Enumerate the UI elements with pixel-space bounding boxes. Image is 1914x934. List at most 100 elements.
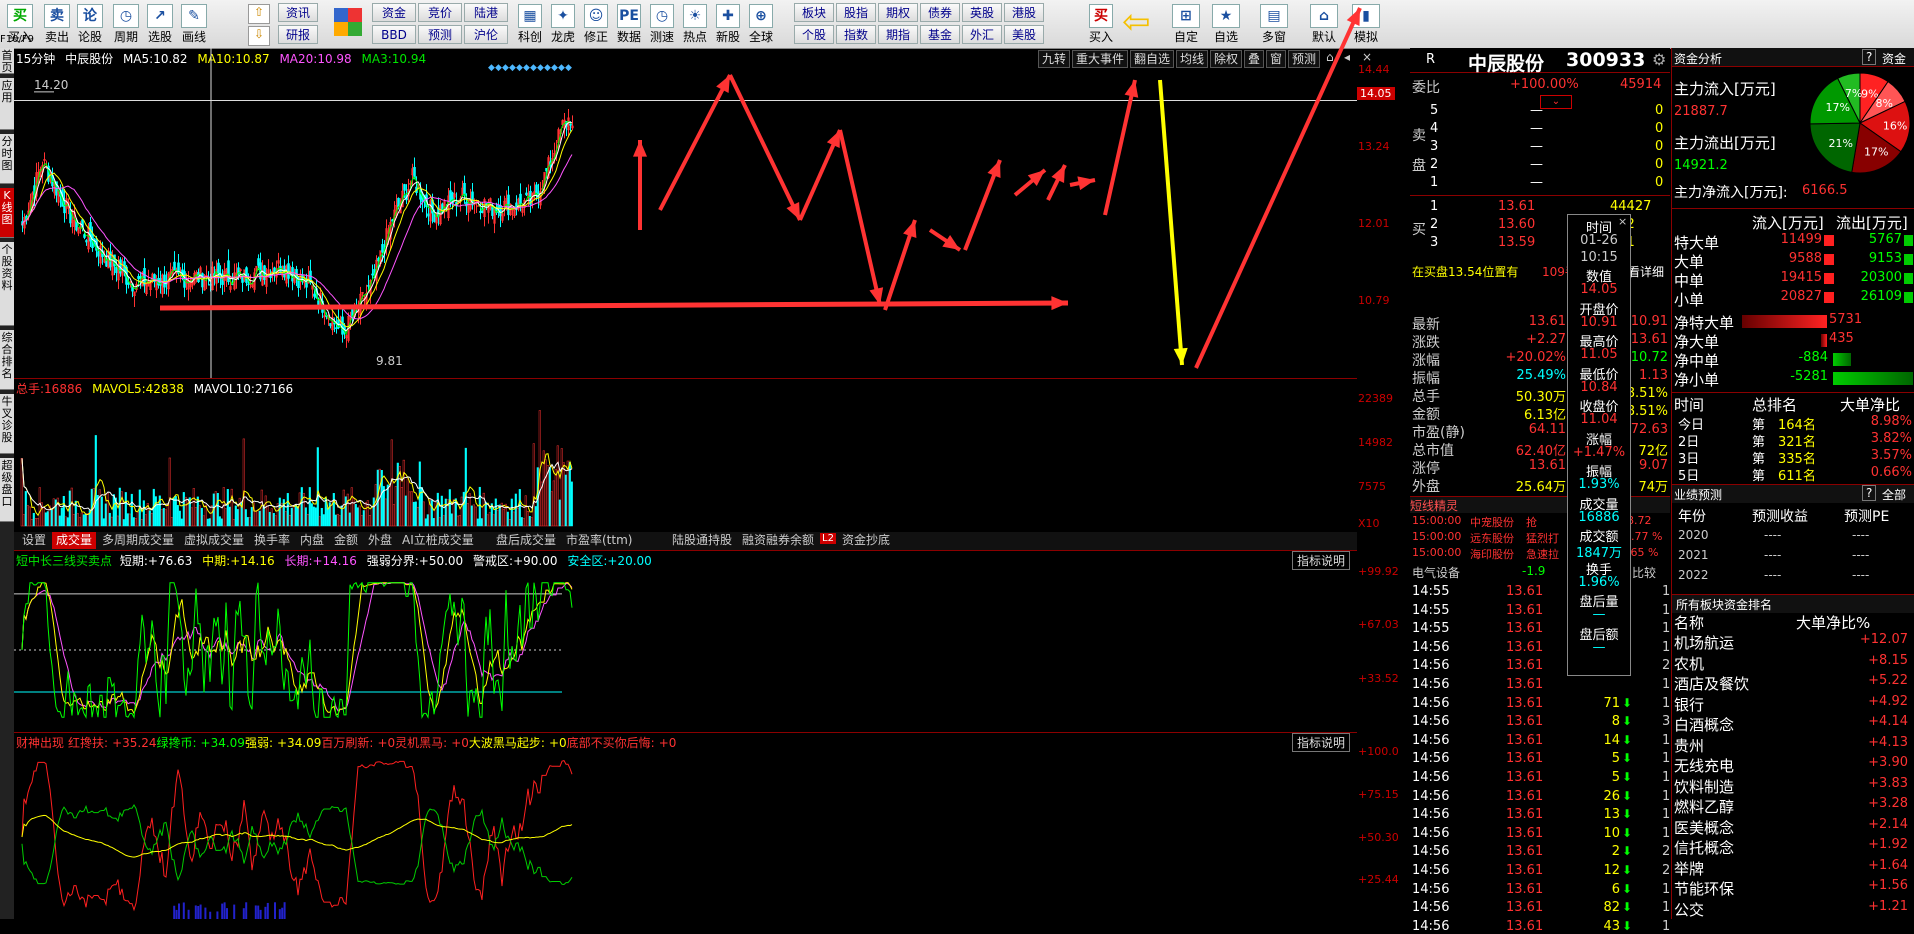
left-tab-5[interactable]: 综合排名 — [0, 330, 14, 390]
left-tab-6[interactable]: 牛叉诊股 — [0, 394, 14, 454]
toolbar-tool-button[interactable]: ◷ 测速 — [646, 2, 678, 46]
sector-name[interactable]: 贵州 — [1674, 735, 1704, 756]
left-tab-4[interactable]: 个股资料 — [0, 242, 14, 326]
toolbar-tool-button[interactable]: ✚ 新股 — [712, 2, 744, 46]
toolbar-tool-button[interactable]: ✦ 龙虎 — [547, 2, 579, 46]
sector-name[interactable]: 信托概念 — [1674, 837, 1734, 858]
volume-bar — [270, 508, 273, 527]
indicator2-chart[interactable] — [14, 732, 1357, 919]
sector-name[interactable]: 机场航运 — [1674, 632, 1734, 653]
sector-name[interactable]: 举牌 — [1674, 858, 1704, 879]
toolbar-market-bottom-button[interactable]: 外汇 — [962, 25, 1002, 44]
sector-name[interactable]: 银行 — [1674, 694, 1704, 715]
left-tab-0[interactable]: 首页 — [0, 48, 14, 74]
sector-name[interactable]: 公交 — [1674, 899, 1704, 920]
sector-name[interactable]: 无线充电 — [1674, 755, 1734, 776]
toolbar-market-top-button[interactable]: 期权 — [878, 3, 918, 22]
toolbar-small-top-button[interactable]: 竞价 — [418, 3, 462, 22]
toolbar-tool-button[interactable]: ⊕ 全球 — [745, 2, 777, 46]
toolbar-period-button[interactable]: ◷ 周期 — [108, 2, 144, 46]
volume-tab-6[interactable]: 金额 — [330, 532, 362, 549]
toolbar-news-button[interactable]: 资讯 — [278, 3, 318, 22]
volume-tab-2[interactable]: 多周期成交量 — [98, 532, 178, 549]
volume-tab-13[interactable]: 资金抄底 — [838, 532, 894, 549]
volume-tab-9[interactable]: 盘后成交量 — [492, 532, 560, 549]
toolbar-small-top-button[interactable]: 陆港 — [464, 3, 508, 22]
toolbar-tool-button[interactable]: PE 数据 — [613, 2, 645, 46]
volume-bar — [424, 518, 427, 527]
left-tab-7[interactable]: 超级盘口 — [0, 458, 14, 522]
volume-chart[interactable] — [14, 378, 1357, 532]
volume-tab-4[interactable]: 换手率 — [250, 532, 294, 549]
sector-name[interactable]: 白酒概念 — [1674, 714, 1734, 735]
f10-label[interactable]: F10/F9 — [0, 34, 40, 45]
volume-tab-8[interactable]: AI立桩成交量 — [398, 532, 478, 549]
fund-collapse-button[interactable]: 资金 — [1882, 50, 1906, 67]
toolbar-small-top-button[interactable]: 资金 — [372, 3, 416, 22]
toolbar-market-bottom-button[interactable]: 指数 — [836, 25, 876, 44]
sector-name[interactable]: 医美概念 — [1674, 817, 1734, 838]
tooltip-close-icon[interactable]: × — [1618, 215, 1627, 228]
back-arrow-icon[interactable]: ⇦ — [1122, 4, 1156, 40]
toolbar-market-bottom-button[interactable]: 美股 — [1004, 25, 1044, 44]
collapse-chevron-icon[interactable]: ⌄ — [1540, 95, 1572, 109]
fund-help-button[interactable]: ? — [1862, 49, 1877, 65]
kline-chart[interactable]: ◆ ◆ ◆ ◆ ◆ ◆ ◆ ◆ ◆ ◆ ◆ ◆ — [14, 48, 1357, 378]
toolbar-small-bottom-button[interactable]: BBD — [372, 25, 416, 44]
volume-tab-7[interactable]: 外盘 — [364, 532, 396, 549]
left-tab-2[interactable]: 分时图 — [0, 134, 14, 184]
volume-tab-10[interactable]: 市盈率(ttm) — [562, 532, 636, 549]
toolbar-draw-button[interactable]: ✎ 画线 — [176, 2, 212, 46]
color-grid-icon[interactable] — [334, 8, 362, 36]
indicator1-chart[interactable] — [14, 550, 1357, 732]
elf-stock[interactable]: 远东股份 — [1470, 530, 1514, 546]
toolbar-right-button[interactable]: ▮ 模拟 — [1346, 2, 1386, 46]
toolbar-market-top-button[interactable]: 债券 — [920, 3, 960, 22]
toolbar-market-top-button[interactable]: 港股 — [1004, 3, 1044, 22]
toolbar-tool-button[interactable]: ▦ 科创 — [514, 2, 546, 46]
toolbar-report-button[interactable]: 研报 — [278, 25, 318, 44]
toolbar-market-top-button[interactable]: 板块 — [794, 3, 834, 22]
toolbar-pick-button[interactable]: ↗ 选股 — [142, 2, 178, 46]
volume-tab-5[interactable]: 内盘 — [296, 532, 328, 549]
down-arrow-icon[interactable]: ⇩ — [248, 26, 270, 46]
toolbar-market-bottom-button[interactable]: 基金 — [920, 25, 960, 44]
sector-head-ratio[interactable]: 大单净比% — [1796, 612, 1870, 633]
compare-button[interactable]: 比较 — [1632, 564, 1656, 581]
toolbar-buy2-button[interactable]: 买买入 — [1086, 2, 1116, 46]
elf-stock[interactable]: 中宠股份 — [1470, 514, 1514, 530]
forecast-help-button[interactable]: ? — [1862, 485, 1877, 501]
toolbar-right-button[interactable]: ▤ 多窗 — [1254, 2, 1294, 46]
toolbar-market-top-button[interactable]: 英股 — [962, 3, 1002, 22]
sector-name[interactable]: 酒店及餐饮 — [1674, 673, 1749, 694]
forecast-all-button[interactable]: 全部 — [1882, 486, 1906, 503]
toolbar-tool-button[interactable]: ☺ 修正 — [580, 2, 612, 46]
close-icon[interactable]: × — [1362, 50, 1372, 64]
toolbar-market-bottom-button[interactable]: 个股 — [794, 25, 834, 44]
toolbar-small-bottom-button[interactable]: 预测 — [418, 25, 462, 44]
left-tab-3[interactable]: K线图 — [0, 188, 14, 238]
volume-tab-12[interactable]: 融资融券余额 — [738, 532, 818, 549]
sector-name[interactable]: 饮料制造 — [1674, 776, 1734, 797]
volume-tab-0[interactable]: 设置 — [18, 532, 50, 549]
sector-name[interactable]: 农机 — [1674, 653, 1704, 674]
toolbar-right-button[interactable]: ★ 自选 — [1206, 2, 1246, 46]
sector-name[interactable]: 燃料乙醇 — [1674, 796, 1734, 817]
toolbar-small-bottom-button[interactable]: 沪伦 — [464, 25, 508, 44]
toolbar-right-button[interactable]: ⊞ 自定 — [1166, 2, 1206, 46]
up-arrow-icon[interactable]: ⇧ — [248, 4, 270, 24]
toolbar-sell-button[interactable]: 卖卖出 — [39, 2, 75, 46]
left-tab-1[interactable]: 应用 — [0, 78, 14, 130]
volume-tab-11[interactable]: 陆股通持股 — [668, 532, 736, 549]
elf-stock[interactable]: 海印股份 — [1470, 546, 1514, 562]
volume-tab-1[interactable]: 成交量 — [52, 532, 97, 549]
toolbar-market-bottom-button[interactable]: 期指 — [878, 25, 918, 44]
volume-tab-3[interactable]: 虚拟成交量 — [180, 532, 248, 549]
settings-gear-icon[interactable]: ⚙ — [1652, 50, 1666, 69]
toolbar-right-button[interactable]: ⌂ 默认 — [1304, 2, 1344, 46]
toolbar-forum-button[interactable]: 论论股 — [72, 2, 108, 46]
sector-name[interactable]: 节能环保 — [1674, 878, 1734, 899]
volume-bar — [174, 496, 177, 527]
toolbar-tool-button[interactable]: ☀ 热点 — [679, 2, 711, 46]
toolbar-market-top-button[interactable]: 股指 — [836, 3, 876, 22]
